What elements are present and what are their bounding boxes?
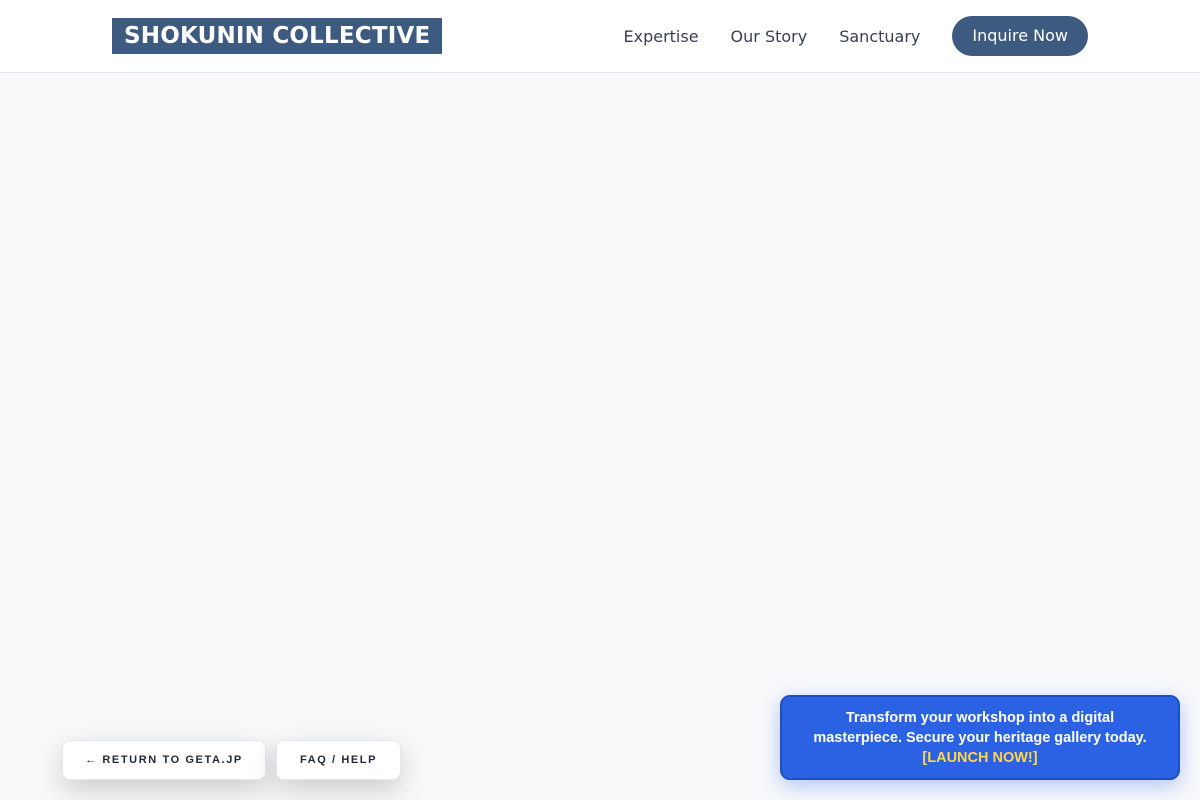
- launch-now-link[interactable]: [LAUNCH NOW!]: [922, 750, 1037, 766]
- promo-text: Transform your workshop into a digital m…: [813, 710, 1147, 746]
- site-header: SHOKUNIN COLLECTIVE Expertise Our Story …: [0, 0, 1200, 73]
- inquire-now-button[interactable]: Inquire Now: [952, 16, 1088, 56]
- faq-help-button[interactable]: FAQ / HELP: [276, 740, 401, 780]
- nav-link-our-story[interactable]: Our Story: [731, 27, 808, 46]
- site-logo[interactable]: SHOKUNIN COLLECTIVE: [112, 18, 443, 54]
- nav-link-sanctuary[interactable]: Sanctuary: [839, 27, 920, 46]
- nav-link-expertise[interactable]: Expertise: [623, 27, 698, 46]
- main-nav: Expertise Our Story Sanctuary Inquire No…: [623, 16, 1088, 56]
- return-to-geta-button[interactable]: ← RETURN TO GETA.JP: [62, 740, 266, 780]
- main-content: [0, 73, 1200, 800]
- promo-banner: Transform your workshop into a digital m…: [780, 695, 1180, 780]
